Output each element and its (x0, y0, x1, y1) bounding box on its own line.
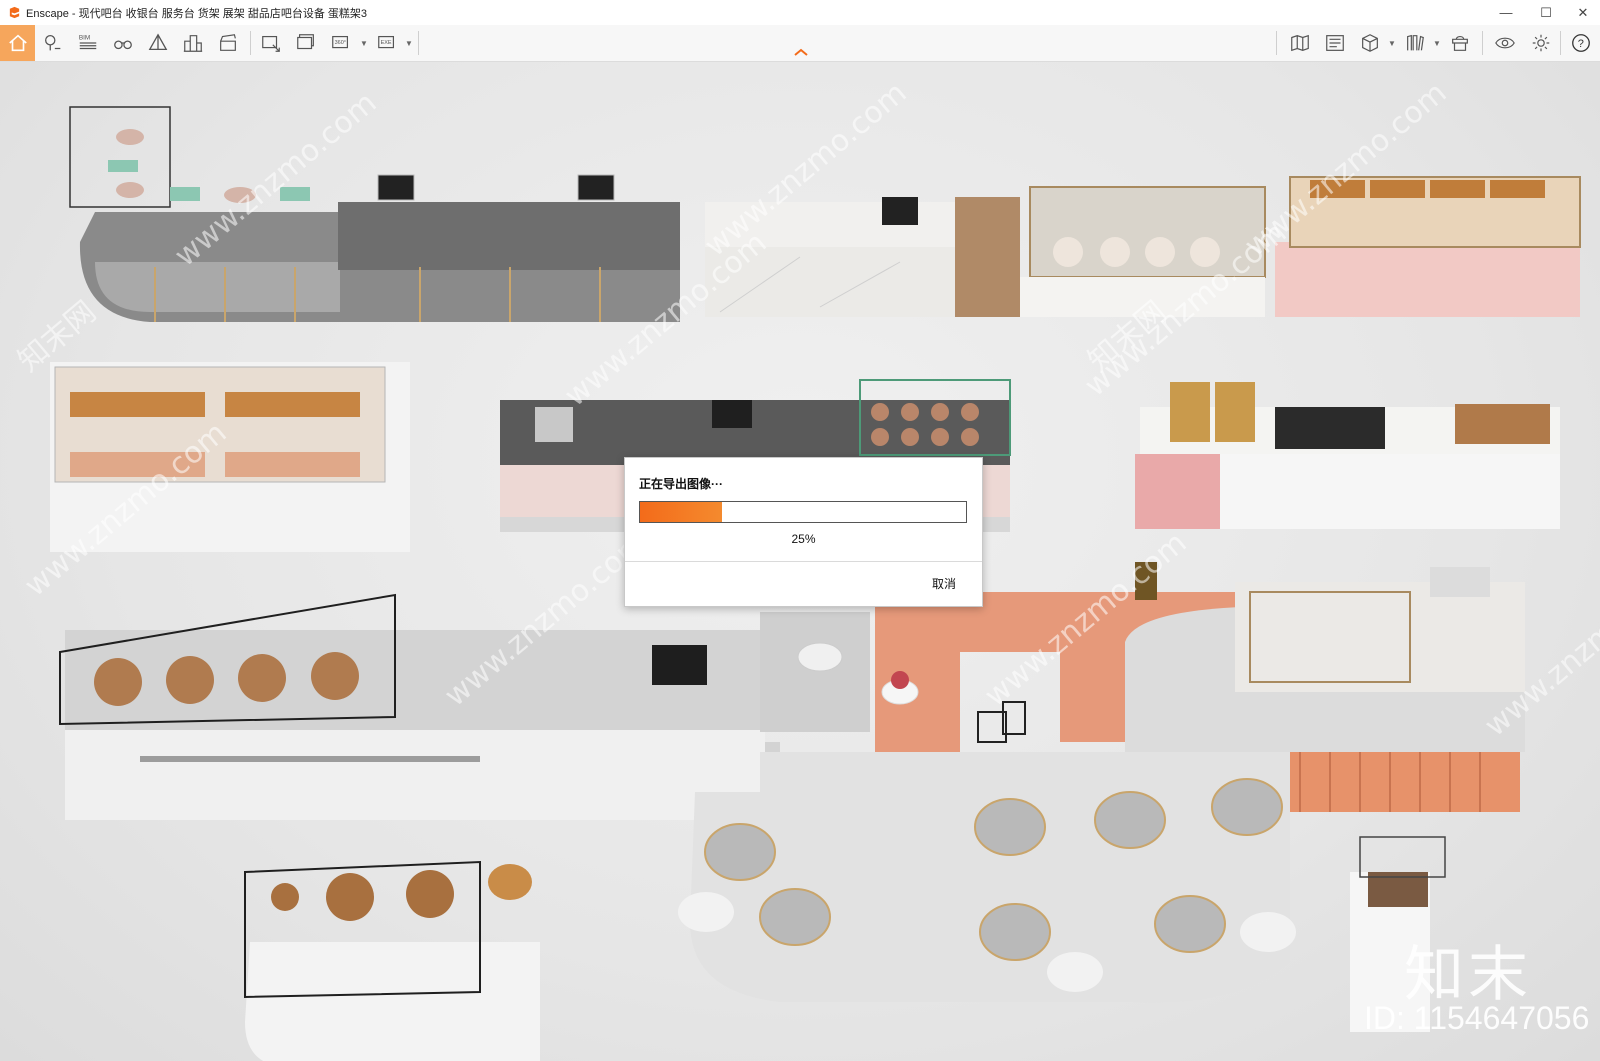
svg-text:?: ? (1578, 38, 1584, 50)
cube-button[interactable] (1355, 28, 1385, 58)
visual-settings-button[interactable] (1490, 28, 1520, 58)
svg-text:EXE: EXE (381, 40, 392, 46)
buildings-icon (183, 35, 203, 52)
settings-button[interactable] (1526, 28, 1556, 58)
panorama-button[interactable]: 360° (326, 28, 356, 58)
chevron-down-icon[interactable]: ▼ (1388, 39, 1396, 48)
screenshot-export-icon (262, 35, 280, 52)
toolbar-separator (418, 31, 419, 55)
map-button[interactable] (1285, 28, 1315, 58)
map-icon (1291, 34, 1309, 52)
material-editor-icon (1326, 35, 1344, 51)
batch-render-icon (297, 34, 314, 50)
chevron-down-icon[interactable]: ▼ (1433, 39, 1441, 48)
dialog-title: 正在导出图像··· (639, 477, 723, 491)
cube-icon (1362, 34, 1378, 52)
svg-text:360°: 360° (335, 40, 346, 46)
maximize-button[interactable]: ☐ (1526, 0, 1566, 25)
bim-button[interactable]: BIM (73, 28, 103, 58)
asset-library-icon (1452, 35, 1468, 51)
walk-mode-button[interactable] (108, 28, 138, 58)
enscape-logo-icon (7, 6, 21, 20)
minimize-button[interactable]: — (1486, 0, 1526, 25)
progress-bar-fill (640, 502, 722, 522)
toolbar-separator (250, 31, 251, 55)
chevron-down-icon[interactable]: ▼ (405, 39, 413, 48)
svg-text:BIM: BIM (79, 34, 90, 41)
chevron-up-icon (794, 48, 808, 56)
home-button[interactable] (0, 25, 35, 61)
cancel-button[interactable]: 取消 (932, 575, 956, 592)
help-button[interactable]: ? (1566, 28, 1596, 58)
perspective-button[interactable] (143, 28, 173, 58)
clapperboard-icon (220, 34, 236, 51)
eye-icon (1495, 37, 1515, 49)
title-bar: Enscape - 现代吧台 收银台 服务台 货架 展架 甜品店吧台设备 蛋糕架… (0, 0, 1600, 26)
bim-icon: BIM (79, 34, 97, 50)
export-progress-dialog: 正在导出图像··· 25% 取消 (624, 457, 983, 607)
books-icon (1407, 34, 1424, 51)
help-icon: ? (1572, 34, 1590, 52)
close-button[interactable]: ✕ (1563, 0, 1600, 25)
perspective-icon (148, 33, 168, 51)
exe-export-icon: EXE (378, 35, 395, 49)
render-image-button[interactable] (256, 28, 286, 58)
window-title: Enscape - 现代吧台 收银台 服务台 货架 展架 甜品店吧台设备 蛋糕架… (26, 7, 368, 20)
asset-library-button[interactable] (1445, 28, 1475, 58)
exe-export-button[interactable]: EXE (372, 28, 402, 58)
collapse-toolbar-button[interactable] (793, 44, 809, 62)
toolbar-separator (1482, 31, 1483, 55)
library-button[interactable] (1400, 28, 1430, 58)
brand-id-text: ID: 1154647056 (1364, 1000, 1590, 1036)
location-pin-icon (45, 35, 61, 51)
toolbar-separator (1560, 31, 1561, 55)
material-editor-button[interactable] (1320, 28, 1350, 58)
progress-bar (639, 501, 967, 523)
dialog-divider (625, 561, 982, 562)
gear-icon (1532, 34, 1550, 52)
home-icon (8, 34, 27, 52)
site-context-button[interactable] (178, 28, 208, 58)
views-button[interactable] (38, 28, 68, 58)
progress-percentage: 25% (791, 532, 816, 546)
chevron-down-icon[interactable]: ▼ (360, 39, 368, 48)
video-editor-button[interactable] (213, 28, 243, 58)
panorama-360-icon: 360° (332, 35, 349, 49)
batch-render-button[interactable] (291, 28, 321, 58)
toolbar-separator (1276, 31, 1277, 55)
binoculars-icon (114, 40, 132, 50)
